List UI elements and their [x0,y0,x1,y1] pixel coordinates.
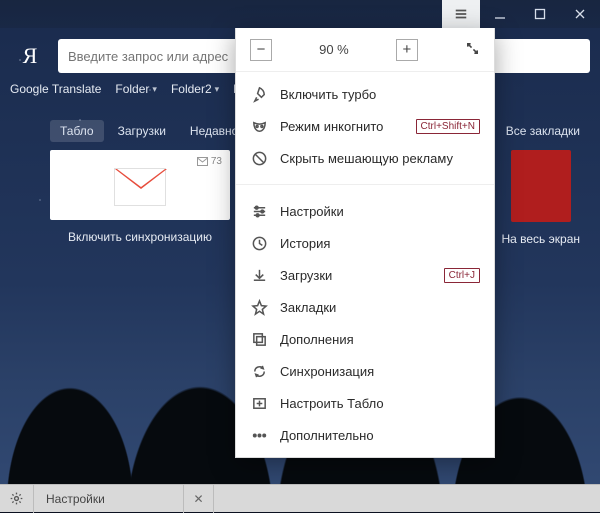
shortcut-badge: Ctrl+J [444,268,480,283]
block-icon [250,149,268,167]
tile-gmail[interactable]: 73 [50,150,230,220]
hamburger-menu-button[interactable] [442,0,480,28]
menu-label: Загрузки [280,268,432,283]
zoom-row: − 90 % + [236,28,494,72]
bookmarks-bar: Google Translate Folder▾ Folder2▾ Read [10,82,262,96]
bookmark-google-translate[interactable]: Google Translate [10,82,101,96]
sliders-icon [250,202,268,220]
menu-section-2: Настройки История Загрузки Ctrl+J Заклад… [236,189,494,457]
mask-icon [250,117,268,135]
star-icon [250,298,268,316]
tile-label-fullscreen[interactable]: На весь экран [501,232,580,246]
more-icon [250,426,268,444]
menu-item-hide-ads[interactable]: Скрыть мешающую рекламу [236,142,494,174]
taskbar-settings-icon[interactable] [0,485,34,513]
menu-item-more[interactable]: Дополнительно [236,419,494,451]
menu-label: Закладки [280,300,480,315]
sync-icon [250,362,268,380]
menu-separator [236,184,494,185]
taskbar-tab-settings[interactable]: Настройки [34,485,184,513]
menu-label: Скрыть мешающую рекламу [280,151,480,166]
download-icon [250,266,268,284]
chevron-down-icon: ▾ [152,84,157,95]
menu-item-incognito[interactable]: Режим инкогнито Ctrl+Shift+N [236,110,494,142]
menu-item-configure-tablo[interactable]: Настроить Табло [236,387,494,419]
tile-red[interactable] [511,150,571,222]
menu-item-settings[interactable]: Настройки [236,195,494,227]
tab-tablo[interactable]: Табло [50,120,104,142]
menu-item-bookmarks[interactable]: Закладки [236,291,494,323]
menu-item-history[interactable]: История [236,227,494,259]
taskbar-tab-close[interactable]: ✕ [184,485,214,513]
unread-count: 73 [211,156,222,167]
bookmark-label: Folder [115,82,149,96]
chevron-down-icon: ▾ [215,84,220,95]
zoom-value: 90 % [319,42,349,57]
clock-icon [250,234,268,252]
menu-label: Режим инкогнито [280,119,404,134]
bookmark-label: Folder2 [171,82,212,96]
menu-label: Дополнительно [280,428,480,443]
taskbar-tab-label: Настройки [46,492,105,506]
menu-label: Синхронизация [280,364,480,379]
layers-icon [250,330,268,348]
bookmark-folder1[interactable]: Folder▾ [115,82,157,96]
window-maximize-button[interactable] [520,0,560,28]
window-close-button[interactable] [560,0,600,28]
menu-section-1: Включить турбо Режим инкогнито Ctrl+Shif… [236,72,494,180]
menu-label: Настройки [280,204,480,219]
page-tabs: Табло Загрузки Недавно [50,120,248,142]
bookmark-label: Google Translate [10,82,101,96]
bookmark-folder2[interactable]: Folder2▾ [171,82,219,96]
menu-item-downloads[interactable]: Загрузки Ctrl+J [236,259,494,291]
zoom-in-button[interactable]: + [396,39,418,61]
window-titlebar [0,0,600,28]
main-menu-panel: − 90 % + Включить турбо Режим инкогнито … [235,28,495,458]
unread-badge: 73 [197,156,222,167]
menu-item-addons[interactable]: Дополнения [236,323,494,355]
menu-label: Дополнения [280,332,480,347]
tile-label-sync[interactable]: Включить синхронизацию [68,230,212,244]
fullscreen-button[interactable] [465,41,480,59]
grid-plus-icon [250,394,268,412]
rocket-icon [250,85,268,103]
menu-label: Включить турбо [280,87,480,102]
menu-item-turbo[interactable]: Включить турбо [236,78,494,110]
tab-downloads[interactable]: Загрузки [108,120,176,142]
menu-item-sync[interactable]: Синхронизация [236,355,494,387]
yandex-logo[interactable]: Я [10,43,50,69]
menu-label: История [280,236,480,251]
gmail-icon [114,168,166,206]
shortcut-badge: Ctrl+Shift+N [416,119,480,134]
bottom-taskbar: Настройки ✕ [0,484,600,512]
window-minimize-button[interactable] [480,0,520,28]
all-bookmarks-link[interactable]: Все закладки [506,124,580,138]
zoom-out-button[interactable]: − [250,39,272,61]
menu-label: Настроить Табло [280,396,480,411]
